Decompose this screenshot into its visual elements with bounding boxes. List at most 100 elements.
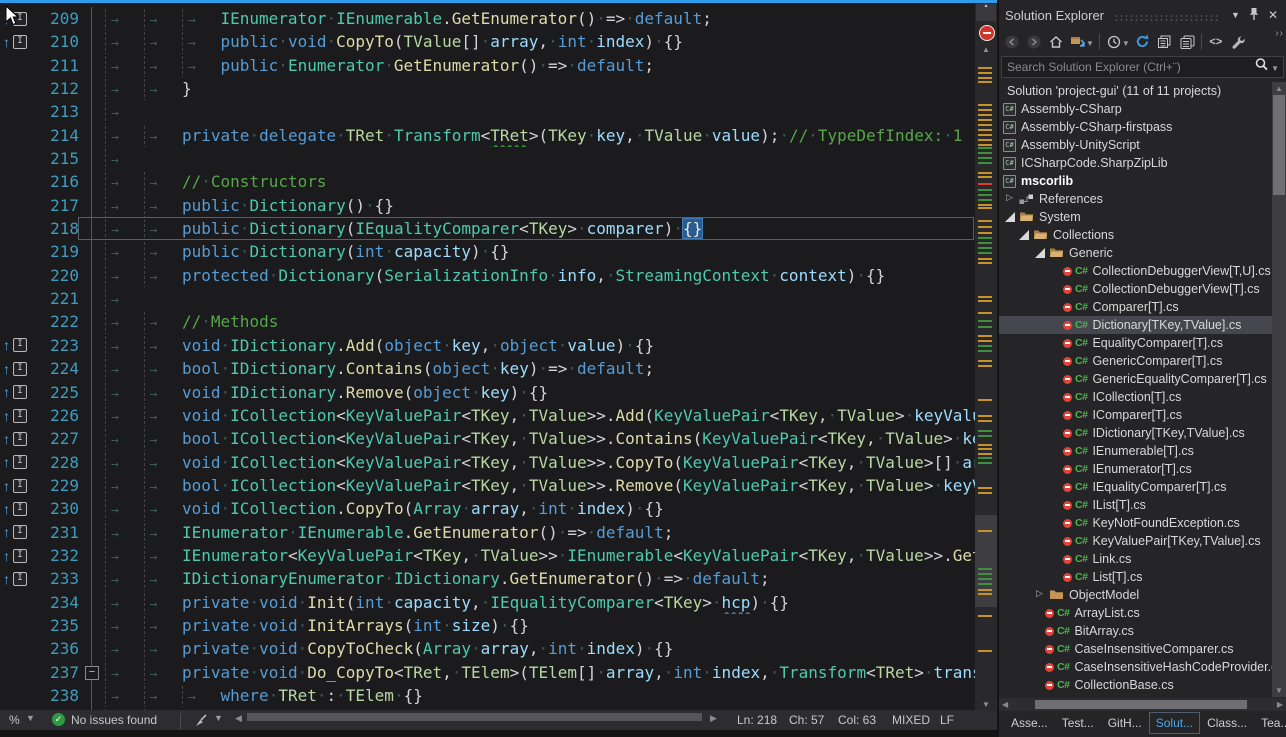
code-text[interactable]: →→private·void·Init(int·capacity,·IEqual… — [105, 591, 975, 614]
code-text[interactable]: →→private·void·Do_CopyTo<TRet,·TElem>(TE… — [105, 661, 975, 684]
tree-item-ienumerator-t-cs[interactable]: C#IEnumerator[T].cs — [999, 460, 1272, 478]
line-number[interactable]: 221 — [37, 287, 79, 310]
tree-item-generic[interactable]: Generic — [999, 244, 1272, 262]
forward-button[interactable] — [1023, 32, 1045, 52]
tool-tab-class[interactable]: Class... — [1200, 712, 1254, 734]
inheritance-margin[interactable]: ↑I — [0, 35, 37, 49]
inheritance-box-icon[interactable]: I — [13, 385, 27, 399]
implements-arrow-icon[interactable]: ↑ — [3, 409, 10, 423]
collapsed-arrow-icon[interactable]: ▷ — [1006, 192, 1013, 203]
solution-explorer-search[interactable]: Search Solution Explorer (Ctrl+¨) ▼ — [1001, 56, 1284, 78]
tree-item-mscorlib[interactable]: C#mscorlib — [999, 172, 1272, 190]
code-text[interactable]: →→//·Methods — [105, 310, 975, 333]
code-text[interactable]: →→private·void·CopyToCheck(Array·array,·… — [105, 637, 975, 660]
implements-arrow-icon[interactable]: ↑ — [3, 572, 10, 586]
properties-wrench-button[interactable] — [1227, 32, 1249, 52]
code-text[interactable]: →→void·ICollection.CopyTo(Array·array,·i… — [105, 497, 975, 520]
tree-item-icomparer-t-cs[interactable]: C#IComparer[T].cs — [999, 406, 1272, 424]
tree-item-equalitycomparer-t-cs[interactable]: C#EqualityComparer[T].cs — [999, 334, 1272, 352]
zoom-caret-icon[interactable]: ▼ — [26, 713, 35, 723]
tree-item-genericequalitycomparer-t-cs[interactable]: C#GenericEqualityComparer[T].cs — [999, 370, 1272, 388]
format-broom-icon[interactable] — [192, 713, 209, 731]
show-all-files-button[interactable] — [1176, 32, 1198, 52]
expanded-arrow-icon[interactable] — [1005, 212, 1015, 222]
tree-scroll-left-icon[interactable]: ◀ — [1002, 700, 1008, 709]
inheritance-box-icon[interactable]: I — [13, 572, 27, 586]
hscroll-left-arrow-icon[interactable]: ◀ — [235, 713, 242, 724]
line-number[interactable]: 231 — [37, 521, 79, 544]
tree-item-link-cs[interactable]: C#Link.cs — [999, 550, 1272, 568]
code-text[interactable]: →→bool·ICollection<KeyValuePair<TKey,·TV… — [105, 474, 975, 497]
code-line[interactable]: ↑I224→→bool·IDictionary.Contains(object·… — [0, 357, 975, 380]
line-number[interactable]: 223 — [37, 334, 79, 357]
code-line[interactable]: 219 →→public·Dictionary(int·capacity)·{} — [0, 240, 975, 263]
tree-item-dictionary-tkey-tvalue-cs[interactable]: C#Dictionary[TKey,TValue].cs — [999, 316, 1272, 334]
implements-arrow-icon[interactable]: ↑ — [3, 525, 10, 539]
hscroll-thumb[interactable] — [247, 713, 702, 721]
code-text[interactable]: →→void·IDictionary.Add(object·key,·objec… — [105, 334, 975, 357]
scroll-up-arrow-icon[interactable]: ▲ — [975, 45, 997, 54]
line-number[interactable]: 232 — [37, 544, 79, 567]
code-text[interactable]: →→private·void·InitArrays(int·size)·{} — [105, 614, 975, 637]
tree-item-collectiondebuggerview-t-u-cs[interactable]: C#CollectionDebuggerView[T,U].cs — [999, 262, 1272, 280]
line-number[interactable]: 236 — [37, 637, 79, 660]
code-text[interactable]: →→} — [105, 77, 975, 100]
zoom-control[interactable]: % — [9, 713, 20, 727]
inheritance-margin[interactable]: ↑I — [0, 455, 37, 469]
inheritance-margin[interactable]: ↑I — [0, 525, 37, 539]
search-input[interactable]: Search Solution Explorer (Ctrl+¨) — [1002, 60, 1254, 74]
code-line[interactable]: 218→→public·Dictionary(IEqualityComparer… — [0, 217, 975, 240]
line-number[interactable]: 220 — [37, 264, 79, 287]
tool-tab-test[interactable]: Test... — [1055, 712, 1101, 734]
implements-arrow-icon[interactable]: ↑ — [3, 479, 10, 493]
inheritance-box-icon[interactable]: I — [13, 409, 27, 423]
tree-item-keynotfoundexception-cs[interactable]: C#KeyNotFoundException.cs — [999, 514, 1272, 532]
status-eol[interactable]: LF — [940, 713, 954, 727]
inheritance-margin[interactable]: ↑I — [0, 432, 37, 446]
collapse-all-button[interactable] — [1154, 32, 1176, 52]
line-number[interactable]: 215 — [37, 147, 79, 170]
code-line[interactable]: 216→→//·Constructors — [0, 170, 975, 193]
line-number[interactable]: 219 — [37, 240, 79, 263]
line-number[interactable]: 211 — [37, 54, 79, 77]
code-text[interactable]: →→public·Dictionary()·{} — [105, 194, 975, 217]
pin-icon[interactable] — [1244, 7, 1264, 24]
tree-item-solution-project-gui-11-of-11-projects[interactable]: Solution 'project-gui' (11 of 11 project… — [999, 82, 1272, 100]
tree-item-ienumerable-t-cs[interactable]: C#IEnumerable[T].cs — [999, 442, 1272, 460]
tree-item-idictionary-tkey-tvalue-cs[interactable]: C#IDictionary[TKey,TValue].cs — [999, 424, 1272, 442]
code-line[interactable]: ↑I210→→→public·void·CopyTo(TValue[]·arra… — [0, 30, 975, 53]
line-number[interactable]: 228 — [37, 451, 79, 474]
implements-arrow-icon[interactable]: ↑ — [3, 385, 10, 399]
collapsed-arrow-icon[interactable]: ▷ — [1036, 588, 1043, 599]
split-editor-grip[interactable]: ▴ — [976, 4, 996, 21]
collapse-region-icon[interactable]: − — [85, 666, 99, 680]
code-text[interactable]: → — [105, 147, 975, 170]
code-line[interactable]: 238→→→where·TRet·:·TElem·{} — [0, 684, 975, 707]
tree-item-caseinsensitivecomparer-cs[interactable]: C#CaseInsensitiveComparer.cs — [999, 640, 1272, 658]
code-line[interactable]: ↑I231→→IEnumerator·IEnumerable.GetEnumer… — [0, 521, 975, 544]
line-number[interactable]: 210 — [37, 30, 79, 53]
line-number[interactable]: 234 — [37, 591, 79, 614]
broom-caret-icon[interactable]: ▼ — [214, 713, 223, 723]
code-text[interactable]: →→private·delegate·TRet·Transform<TRet>(… — [105, 124, 975, 147]
home-button[interactable] — [1045, 32, 1067, 52]
line-number[interactable]: 216 — [37, 170, 79, 193]
inheritance-margin[interactable]: ↑I — [0, 502, 37, 516]
code-text[interactable]: →→public·Dictionary(int·capacity)·{} — [105, 240, 975, 263]
tree-item-system[interactable]: System — [999, 208, 1272, 226]
inheritance-margin[interactable]: ↑I — [0, 572, 37, 586]
filter-caret-icon[interactable]: ▼ — [1122, 39, 1130, 48]
tree-scroll-right-icon[interactable]: ▶ — [1277, 700, 1283, 709]
line-number[interactable]: 217 — [37, 194, 79, 217]
code-text[interactable]: → — [105, 287, 975, 310]
code-line[interactable]: 212→→} — [0, 77, 975, 100]
inheritance-box-icon[interactable]: I — [13, 479, 27, 493]
inheritance-box-icon[interactable]: I — [13, 35, 27, 49]
code-text[interactable]: →→IEnumerator<KeyValuePair<TKey,·TValue>… — [105, 544, 975, 567]
code-line[interactable]: ↑I233→→IDictionaryEnumerator·IDictionary… — [0, 567, 975, 590]
line-number[interactable]: 218 — [37, 217, 79, 240]
tree-item-icsharpcode-sharpziplib[interactable]: C#ICSharpCode.SharpZipLib — [999, 154, 1272, 172]
tree-item-bitarray-cs[interactable]: C#BitArray.cs — [999, 622, 1272, 640]
tree-item-collectiondebuggerview-t-cs[interactable]: C#CollectionDebuggerView[T].cs — [999, 280, 1272, 298]
implements-arrow-icon[interactable]: ↑ — [3, 455, 10, 469]
